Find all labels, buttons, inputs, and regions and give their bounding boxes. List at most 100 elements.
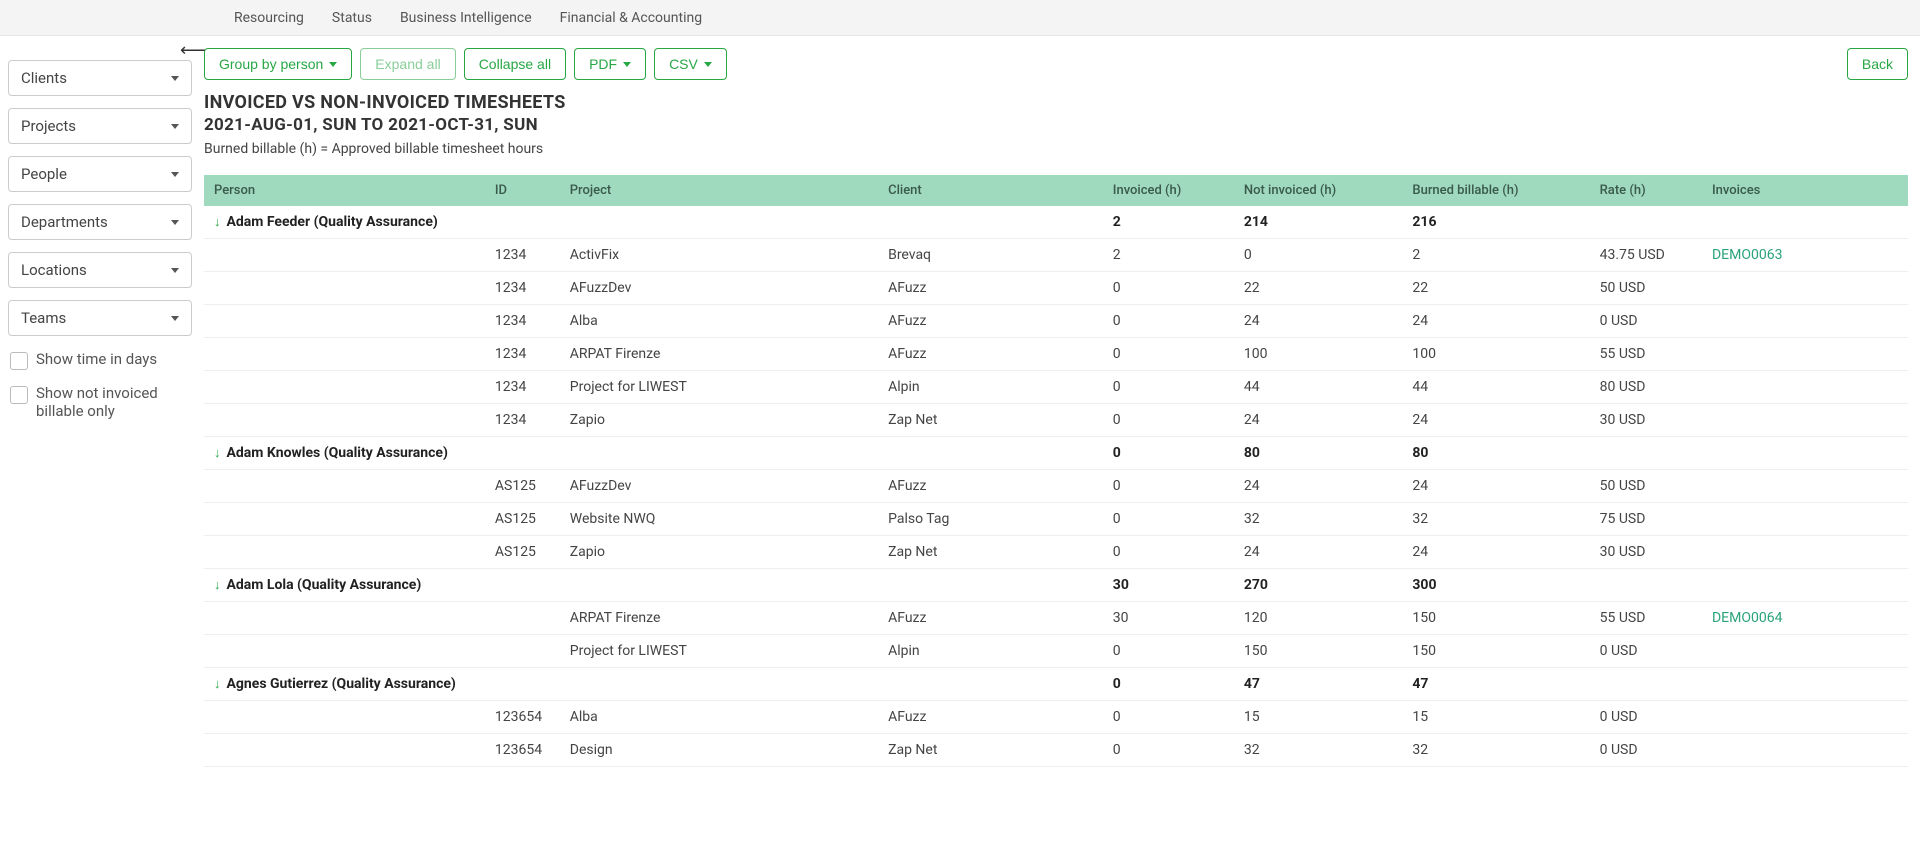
filter-label: People <box>21 165 67 183</box>
filter-dropdown[interactable]: Projects <box>8 108 192 144</box>
column-header[interactable]: Invoices <box>1702 175 1908 206</box>
nav-link[interactable]: Business Intelligence <box>386 2 546 34</box>
column-header[interactable]: Client <box>878 175 1103 206</box>
cell: 55 USD <box>1590 602 1702 635</box>
cell: 2 <box>1402 239 1589 272</box>
column-header[interactable]: Not invoiced (h) <box>1234 175 1403 206</box>
cell: AFuzz <box>878 470 1103 503</box>
cell: 0 <box>1103 338 1234 371</box>
cell: 15 <box>1234 701 1403 734</box>
cell: ARPAT Firenze <box>560 602 878 635</box>
group-row[interactable]: ↓Adam Feeder (Quality Assurance)2214216 <box>204 206 1908 239</box>
column-header[interactable]: Person <box>204 175 485 206</box>
collapse-icon[interactable]: ↓ <box>214 577 221 593</box>
cell: 150 <box>1402 635 1589 668</box>
cell: 0 <box>1103 404 1234 437</box>
group-total-cell <box>878 437 1103 470</box>
cell <box>204 239 485 272</box>
cell <box>204 305 485 338</box>
filter-dropdown[interactable]: People <box>8 156 192 192</box>
cell: AS125 <box>485 536 560 569</box>
cell <box>204 404 485 437</box>
page-note: Burned billable (h) = Approved billable … <box>204 141 1908 157</box>
collapse-sidebar-icon[interactable]: ⟵ <box>180 40 206 61</box>
cell: ActivFix <box>560 239 878 272</box>
group-total-cell <box>1590 668 1702 701</box>
group-total-cell <box>1702 437 1908 470</box>
invoice-cell <box>1702 371 1908 404</box>
checkbox-label: Show time in days <box>36 350 157 368</box>
column-header[interactable]: Invoiced (h) <box>1103 175 1234 206</box>
cell: 0 <box>1103 503 1234 536</box>
top-nav: ResourcingStatusBusiness IntelligenceFin… <box>0 0 1920 36</box>
filter-dropdown[interactable]: Teams <box>8 300 192 336</box>
csv-label: CSV <box>669 56 698 72</box>
cell: 24 <box>1234 404 1403 437</box>
back-button[interactable]: Back <box>1847 48 1908 80</box>
collapse-icon[interactable]: ↓ <box>214 676 221 692</box>
checkbox[interactable] <box>10 352 28 370</box>
invoice-cell <box>1702 701 1908 734</box>
nav-link[interactable]: Financial & Accounting <box>546 2 716 34</box>
filter-label: Locations <box>21 261 87 279</box>
checkbox[interactable] <box>10 386 28 404</box>
chevron-down-icon <box>171 172 179 177</box>
checkbox-row[interactable]: Show time in days <box>8 350 192 370</box>
cell: 0 USD <box>1590 701 1702 734</box>
column-header[interactable]: Project <box>560 175 878 206</box>
group-row[interactable]: ↓Adam Knowles (Quality Assurance)08080 <box>204 437 1908 470</box>
csv-button[interactable]: CSV <box>654 48 727 80</box>
group-total-cell <box>485 206 560 239</box>
group-total-cell: 300 <box>1402 569 1589 602</box>
column-header[interactable]: ID <box>485 175 560 206</box>
invoice-link[interactable]: DEMO0064 <box>1712 610 1782 626</box>
cell: 24 <box>1402 470 1589 503</box>
group-by-button[interactable]: Group by person <box>204 48 352 80</box>
collapse-all-button[interactable]: Collapse all <box>464 48 566 80</box>
cell: 1234 <box>485 338 560 371</box>
filter-dropdown[interactable]: Locations <box>8 252 192 288</box>
cell: 24 <box>1234 536 1403 569</box>
table-row: 1234AFuzzDevAFuzz0222250 USD <box>204 272 1908 305</box>
group-total-cell <box>1590 569 1702 602</box>
column-header[interactable]: Rate (h) <box>1590 175 1702 206</box>
cell: 0 USD <box>1590 305 1702 338</box>
cell: Zap Net <box>878 404 1103 437</box>
chevron-down-icon <box>171 124 179 129</box>
pdf-button[interactable]: PDF <box>574 48 646 80</box>
cell: 100 <box>1402 338 1589 371</box>
nav-link[interactable]: Resourcing <box>220 2 318 34</box>
group-row[interactable]: ↓Adam Lola (Quality Assurance)30270300 <box>204 569 1908 602</box>
group-row[interactable]: ↓Agnes Gutierrez (Quality Assurance)0474… <box>204 668 1908 701</box>
expand-all-button[interactable]: Expand all <box>360 48 455 80</box>
column-header[interactable]: Burned billable (h) <box>1402 175 1589 206</box>
cell: 32 <box>1402 503 1589 536</box>
cell <box>204 470 485 503</box>
cell <box>204 602 485 635</box>
cell: 0 <box>1103 305 1234 338</box>
cell: 22 <box>1234 272 1403 305</box>
invoice-link[interactable]: DEMO0063 <box>1712 247 1782 263</box>
table-header-row: PersonIDProjectClientInvoiced (h)Not inv… <box>204 175 1908 206</box>
group-total-cell <box>878 206 1103 239</box>
collapse-icon[interactable]: ↓ <box>214 214 221 230</box>
cell: 24 <box>1402 305 1589 338</box>
table-body: ↓Adam Feeder (Quality Assurance)2214216 1… <box>204 206 1908 767</box>
filter-dropdown[interactable]: Departments <box>8 204 192 240</box>
group-total-cell: 216 <box>1402 206 1589 239</box>
table-row: 1234Project for LIWESTAlpin0444480 USD <box>204 371 1908 404</box>
collapse-all-label: Collapse all <box>479 56 551 72</box>
filter-dropdown[interactable]: Clients <box>8 60 192 96</box>
checkbox-row[interactable]: Show not invoiced billable only <box>8 384 192 420</box>
pdf-label: PDF <box>589 56 617 72</box>
cell: AS125 <box>485 503 560 536</box>
cell: 22 <box>1402 272 1589 305</box>
cell <box>204 503 485 536</box>
invoice-cell <box>1702 734 1908 767</box>
nav-link[interactable]: Status <box>318 2 386 34</box>
cell: 30 <box>1103 602 1234 635</box>
cell: 120 <box>1234 602 1403 635</box>
cell: 2 <box>1103 239 1234 272</box>
cell: AFuzzDev <box>560 272 878 305</box>
collapse-icon[interactable]: ↓ <box>214 445 221 461</box>
